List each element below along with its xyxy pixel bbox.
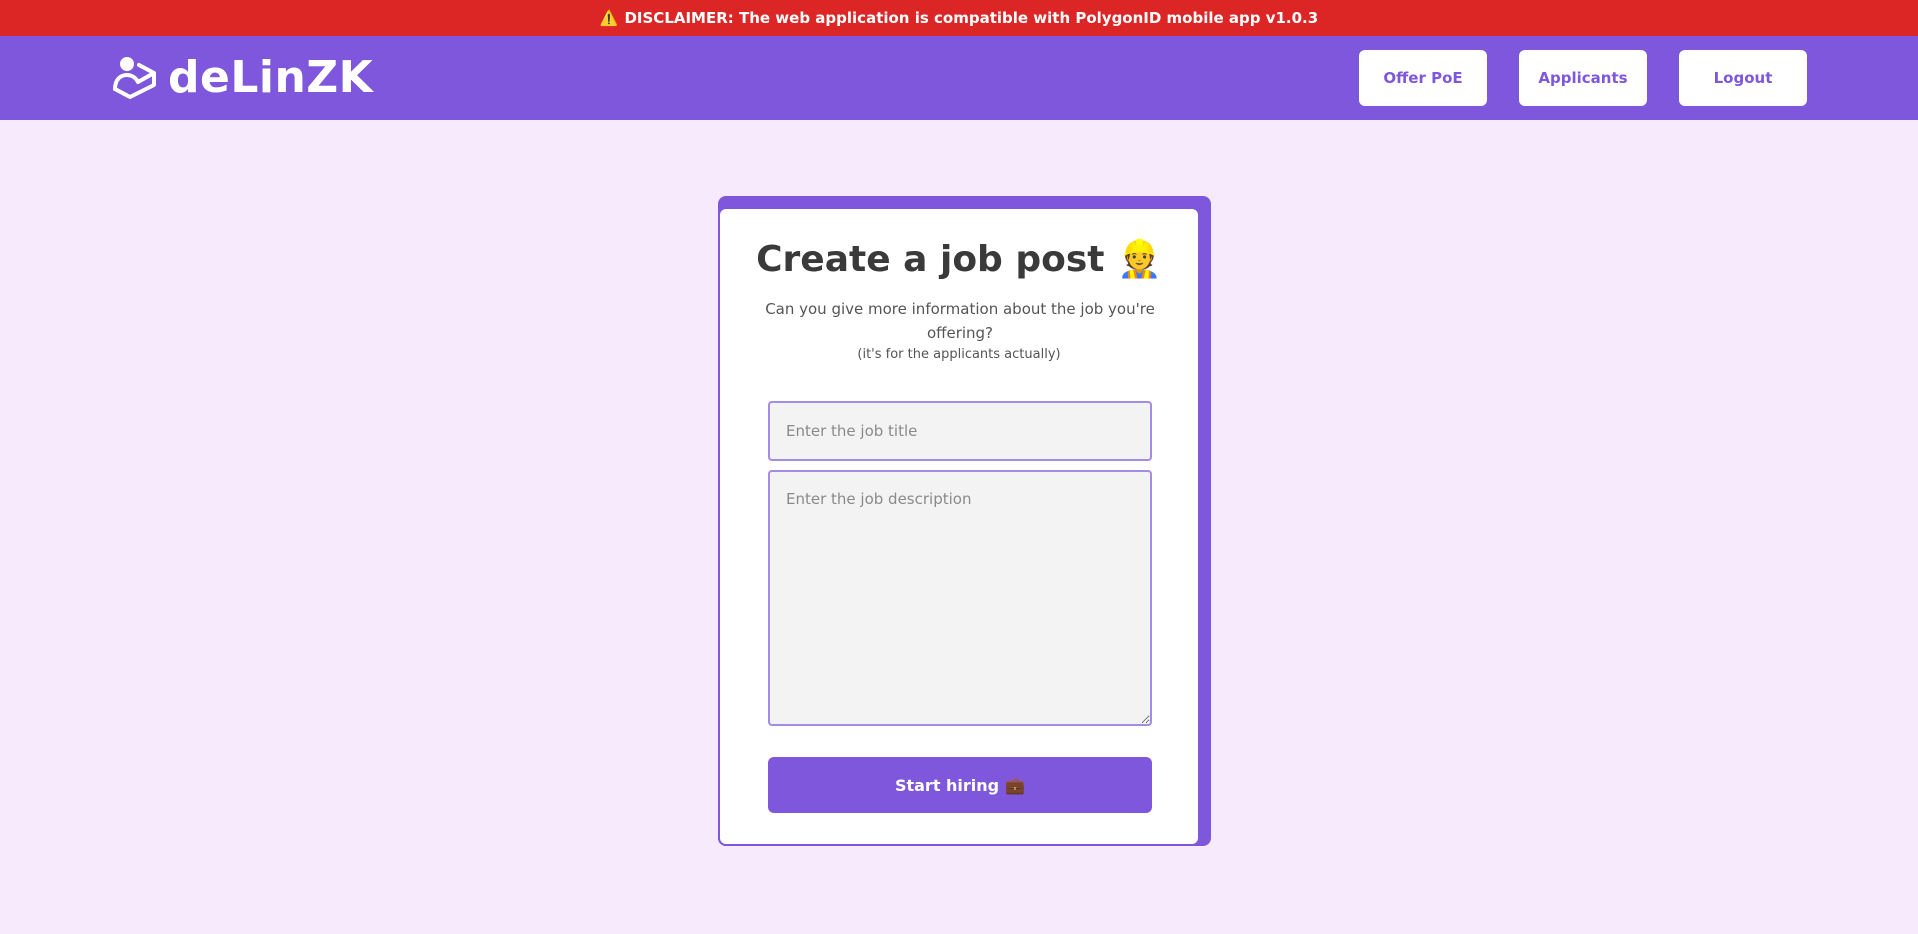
construction-worker-icon: 👷 xyxy=(1117,239,1162,280)
job-description-input[interactable] xyxy=(768,470,1152,726)
form-note: (it's for the applicants actually) xyxy=(857,347,1061,362)
job-post-card: Create a job post 👷 Can you give more in… xyxy=(718,207,1200,846)
form-subtitle: Can you give more information about the … xyxy=(765,300,1155,342)
page-title: Create a job post 👷 xyxy=(720,237,1198,283)
briefcase-icon: 💼 xyxy=(1005,775,1026,795)
brand-name: deLinZK xyxy=(168,52,374,103)
disclaimer-text: DISCLAIMER: The web application is compa… xyxy=(624,9,1319,27)
logo-icon xyxy=(110,51,160,105)
brand-logo[interactable]: deLinZK xyxy=(110,51,373,105)
start-hiring-label: Start hiring xyxy=(894,775,1000,795)
applicants-button[interactable]: Applicants xyxy=(1519,50,1647,106)
job-title-input[interactable] xyxy=(768,401,1152,461)
offer-poe-button[interactable]: Offer PoE xyxy=(1359,50,1487,106)
top-navbar: deLinZK Offer PoE Applicants Logout xyxy=(0,36,1918,120)
page-title-text: Create a job post xyxy=(756,239,1105,280)
warning-icon: ⚠️ xyxy=(599,9,619,27)
logout-button[interactable]: Logout xyxy=(1679,50,1807,106)
start-hiring-button[interactable]: Start hiring 💼 xyxy=(768,757,1152,813)
disclaimer-banner: ⚠️ DISCLAIMER: The web application is co… xyxy=(0,0,1918,36)
